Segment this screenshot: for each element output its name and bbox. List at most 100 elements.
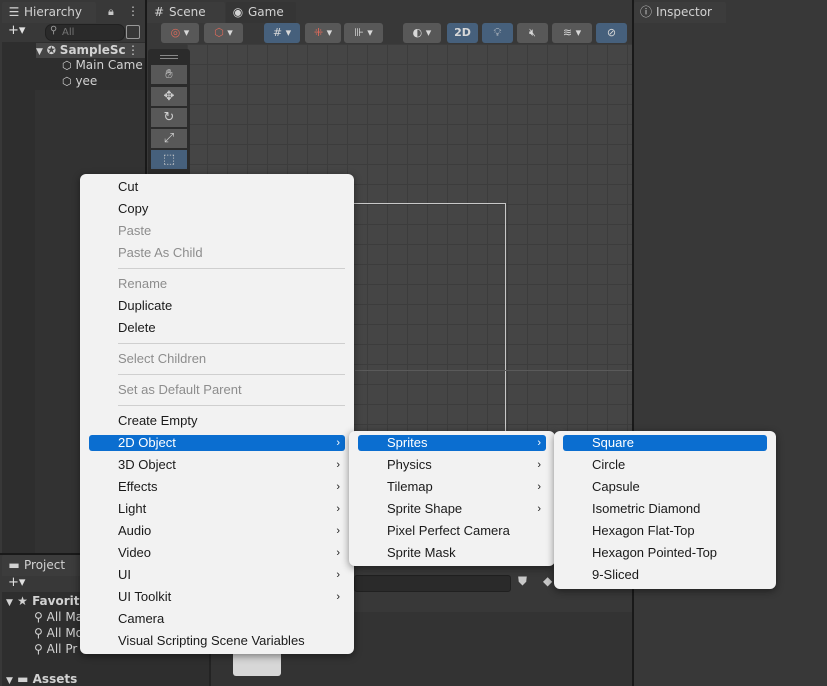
assets-header[interactable]: ▼ ▬ Assets — [6, 672, 86, 686]
rotate-tool[interactable]: ↻ — [151, 108, 187, 127]
tab-game[interactable]: ◉ Game — [226, 2, 296, 23]
submenu-item-physics[interactable]: Physics › — [358, 457, 546, 473]
menu-item-camera[interactable]: Camera — [89, 611, 345, 627]
sphere-icon: ◐ — [412, 26, 423, 39]
menu-item-light[interactable]: Light › — [89, 501, 345, 517]
hierarchy-item[interactable]: ⬡ Main Came — [62, 58, 145, 72]
menu-item-3d-object[interactable]: 3D Object › — [89, 457, 345, 473]
search-options-icon[interactable] — [126, 25, 140, 39]
menu-item-create-empty[interactable]: Create Empty — [89, 413, 345, 429]
lighting-toggle[interactable]: 💡︎ — [482, 23, 513, 43]
scene-visibility-toggle[interactable]: ⊘ — [596, 23, 627, 43]
submenu-arrow-icon: › — [537, 503, 541, 515]
hierarchy-add-button[interactable]: +▾ — [8, 23, 25, 38]
scene-root-row[interactable]: ▼ ✪ SampleSc ⋮ — [36, 43, 145, 58]
hierarchy-search-box[interactable]: ⚲ — [45, 24, 125, 41]
increment-snap-button[interactable]: ⁜ ▾ — [305, 23, 341, 43]
submenu-item-hexagon-pointed-top[interactable]: Hexagon Pointed-Top — [563, 545, 767, 561]
hierarchy-item-label: Main Came — [75, 58, 143, 72]
submenu-item-pixel-perfect-camera[interactable]: Pixel Perfect Camera — [358, 523, 546, 539]
menu-item-effects[interactable]: Effects › — [89, 479, 345, 495]
project-search-box[interactable] — [354, 575, 511, 592]
audio-mute-icon: 🔇︎ — [529, 26, 536, 39]
expand-arrow-icon: ▼ — [36, 47, 43, 57]
menu-item-label: UI — [118, 567, 131, 582]
submenu-item-capsule[interactable]: Capsule — [563, 479, 767, 495]
favorites-header[interactable]: ▼ ★ Favorite — [6, 594, 86, 608]
favorite-item-label: All Mo — [46, 626, 80, 640]
draw-mode-button[interactable]: ◎ ▾ — [161, 23, 199, 43]
menu-item-audio[interactable]: Audio › — [89, 523, 345, 539]
unity-scene-icon: ✪ — [46, 44, 56, 57]
scene-name: SampleSc — [59, 43, 126, 57]
submenu-item-sprite-shape[interactable]: Sprite Shape › — [358, 501, 546, 517]
menu-item-ui-toolkit[interactable]: UI Toolkit › — [89, 589, 345, 605]
project-add-button[interactable]: +▾ — [8, 575, 25, 590]
hierarchy-search-input[interactable] — [62, 25, 120, 39]
effects-button[interactable]: ≋ ▾ — [552, 23, 592, 43]
hierarchy-more-icon[interactable]: ⋮ — [127, 4, 139, 18]
menu-item-copy[interactable]: Copy — [89, 201, 345, 217]
cube-icon: ⬡ — [214, 26, 224, 39]
search-by-label-icon[interactable]: ◆ — [543, 574, 552, 588]
tool-palette-grip[interactable] — [160, 55, 178, 59]
ruler-icon: ⊪ — [354, 26, 364, 39]
favorite-item[interactable]: ⚲ All Ma — [34, 610, 80, 624]
hand-tool[interactable]: ✋︎ — [151, 65, 187, 84]
scene-grid-icon: # — [153, 5, 165, 19]
scene-camera-button[interactable]: ⬡ ▾ — [204, 23, 243, 43]
menu-item-delete[interactable]: Delete — [89, 320, 345, 336]
tab-inspector[interactable]: ⓘ Inspector — [634, 2, 726, 23]
submenu-arrow-icon: › — [537, 459, 541, 471]
menu-item-ui[interactable]: UI › — [89, 567, 345, 583]
lightbulb-icon: 💡︎ — [493, 26, 502, 39]
menu-item-select-children: Select Children — [118, 351, 207, 366]
search-icon: ⚲ — [50, 25, 58, 36]
move-arrows-icon: ✥ — [163, 89, 175, 104]
submenu-item-9-sliced[interactable]: 9-Sliced — [563, 567, 767, 583]
menu-item-video[interactable]: Video › — [89, 545, 345, 561]
menu-item-cut[interactable]: Cut — [89, 179, 345, 195]
tab-scene[interactable]: # Scene — [147, 2, 225, 23]
snap-grid-icon: ⁜ — [313, 26, 324, 39]
submenu-arrow-icon: › — [336, 547, 340, 559]
layers-icon: ≋ — [562, 26, 573, 39]
favorite-item[interactable]: ⚲ All Pr — [34, 642, 80, 656]
submenu-item-tilemap[interactable]: Tilemap › — [358, 479, 546, 495]
tab-hierarchy[interactable]: ☰ Hierarchy — [2, 2, 96, 23]
menu-item-duplicate[interactable]: Duplicate — [89, 298, 345, 314]
scale-tool[interactable]: ⤢ — [151, 129, 187, 148]
menu-separator — [118, 374, 345, 375]
submenu-item-square[interactable]: Square — [563, 435, 767, 451]
lock-icon[interactable]: 🔒︎ — [108, 5, 114, 19]
hierarchy-item[interactable]: ⬡ yee — [62, 74, 145, 88]
menu-item-label: 3D Object — [118, 457, 176, 472]
shading-mode-button[interactable]: ◐ ▾ — [403, 23, 441, 43]
submenu-item-sprites[interactable]: Sprites › — [358, 435, 546, 451]
submenu-sprites: Square Circle Capsule Isometric Diamond … — [554, 431, 776, 589]
tab-project[interactable]: ▬ Project — [2, 555, 82, 576]
submenu-item-hexagon-flat-top[interactable]: Hexagon Flat-Top — [563, 523, 767, 539]
submenu-item-isometric-diamond[interactable]: Isometric Diamond — [563, 501, 767, 517]
inspector-tab-label: Inspector — [656, 5, 712, 19]
assets-label: Assets — [32, 672, 78, 686]
search-by-type-icon[interactable]: ⛊ — [518, 574, 527, 589]
favorite-item[interactable]: ⚲ All Mo — [34, 626, 80, 640]
move-tool[interactable]: ✥ — [151, 87, 187, 106]
info-icon: ⓘ — [640, 5, 653, 19]
snap-settings-button[interactable]: ⊪ ▾ — [344, 23, 383, 43]
audio-toggle[interactable]: 🔇︎ — [517, 23, 548, 43]
submenu-item-circle[interactable]: Circle — [563, 457, 767, 473]
menu-item-2d-object[interactable]: 2D Object › — [89, 435, 345, 451]
menu-separator — [118, 343, 345, 344]
grid-snap-button[interactable]: # ▾ — [264, 23, 300, 43]
mode-2d-button[interactable]: 2D — [447, 23, 478, 43]
draw-mode-icon: ◎ — [170, 26, 181, 39]
menu-item-label: Sprites — [387, 435, 428, 450]
menu-item-visual-scripting-scene-variables[interactable]: Visual Scripting Scene Variables — [89, 633, 345, 649]
submenu-item-sprite-mask[interactable]: Sprite Mask — [358, 545, 546, 561]
scene-more-icon[interactable]: ⋮ — [127, 43, 139, 57]
rotate-icon: ↻ — [163, 110, 175, 125]
camera-bounds-rect — [348, 203, 506, 438]
rect-tool[interactable]: ⬚ — [151, 150, 187, 169]
